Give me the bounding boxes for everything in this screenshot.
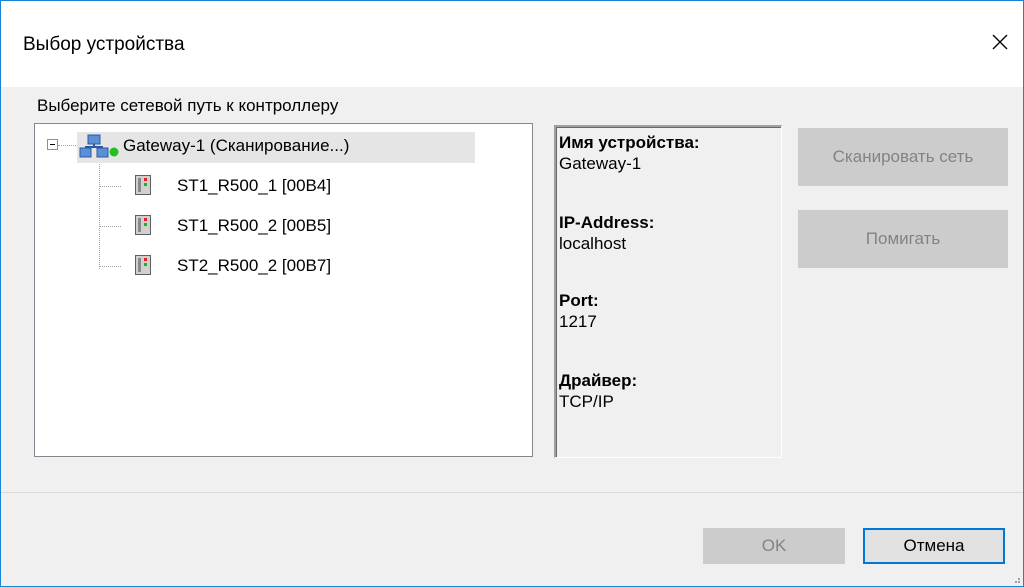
info-key: Имя устройства: — [559, 133, 700, 152]
device-select-dialog: Выбор устройства Выберите сетевой путь к… — [0, 0, 1024, 587]
info-key: Драйвер: — [559, 371, 638, 390]
scan-network-button[interactable]: Сканировать сеть — [798, 128, 1008, 186]
ok-button[interactable]: OK — [703, 528, 845, 564]
info-driver: Драйвер: TCP/IP — [559, 371, 637, 413]
controller-icon — [135, 175, 151, 195]
network-path-label: Выберите сетевой путь к контроллеру — [37, 96, 339, 115]
status-dot-icon — [109, 147, 119, 157]
tree-item-gateway[interactable]: Gateway-1 (Сканирование...) — [123, 136, 349, 156]
info-value: TCP/IP — [559, 392, 614, 411]
cancel-button[interactable]: Отмена — [863, 528, 1005, 564]
tree-connector — [99, 186, 121, 187]
info-key: IP-Address: — [559, 213, 655, 232]
tree-item-device[interactable]: ST1_R500_1 [00B4] — [177, 176, 331, 196]
info-value: localhost — [559, 234, 627, 253]
tree-item-device[interactable]: ST2_R500_2 [00B7] — [177, 256, 331, 276]
device-info-panel: Имя устройства: Gateway-1 IP-Address: lo… — [554, 125, 782, 458]
close-icon — [992, 34, 1008, 50]
tree-connector — [99, 266, 121, 267]
controller-icon — [135, 255, 151, 275]
dialog-footer: OK Отмена — [1, 492, 1023, 586]
collapse-icon[interactable] — [47, 139, 58, 150]
network-gateway-icon — [79, 134, 119, 158]
info-key: Port: — [559, 291, 599, 310]
info-value: 1217 — [559, 312, 597, 331]
controller-icon — [135, 215, 151, 235]
info-port: Port: 1217 — [559, 291, 599, 333]
resize-grip-icon[interactable] — [1011, 574, 1021, 584]
window-title: Выбор устройства — [23, 34, 185, 55]
tree-connector — [99, 226, 121, 227]
title-bar[interactable]: Выбор устройства — [1, 1, 1023, 87]
close-button[interactable] — [977, 19, 1023, 65]
tree-item-device[interactable]: ST1_R500_2 [00B5] — [177, 216, 331, 236]
info-ip-address: IP-Address: localhost — [559, 213, 654, 255]
dialog-body: Выберите сетевой путь к контроллеру Gate… — [1, 87, 1023, 492]
info-value: Gateway-1 — [559, 154, 642, 173]
info-device-name: Имя устройства: Gateway-1 — [559, 133, 700, 175]
network-tree[interactable]: Gateway-1 (Сканирование...) ST1_R500_1 [… — [34, 123, 533, 457]
tree-connector — [99, 160, 100, 269]
blink-button[interactable]: Помигать — [798, 210, 1008, 268]
